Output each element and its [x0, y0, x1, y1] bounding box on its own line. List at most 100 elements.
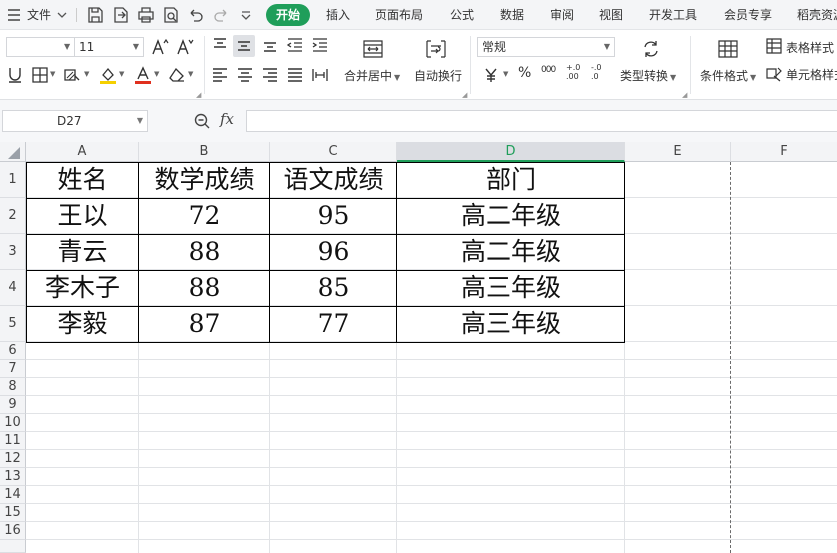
table-cell[interactable]: 高二年级 — [397, 234, 625, 270]
table-cell[interactable]: 高三年级 — [397, 306, 625, 342]
wrap-text-button[interactable]: 自动换行 — [414, 67, 462, 84]
tab-member[interactable]: 会员专享 — [724, 0, 772, 30]
row-header[interactable]: 1 — [0, 162, 26, 198]
number-format-select[interactable]: 常规 ▼ — [477, 37, 615, 57]
font-dialog-launcher-icon[interactable]: ◢ — [196, 91, 201, 99]
row-header[interactable]: 12 — [0, 450, 26, 468]
spreadsheet-grid[interactable]: A B C D E F 1 2 3 4 5 6 7 8 9 10 11 12 1… — [0, 142, 837, 553]
table-cell[interactable]: 李毅 — [26, 306, 139, 342]
table-cell[interactable]: 李木子 — [26, 270, 139, 306]
table-style-button[interactable]: 表格样式 — [786, 39, 834, 56]
name-box[interactable]: D27 ▼ — [2, 110, 148, 132]
row-header[interactable]: 2 — [0, 198, 26, 234]
align-middle-button[interactable] — [233, 35, 255, 57]
table-cell[interactable]: 高三年级 — [397, 270, 625, 306]
fill-pattern-icon[interactable] — [63, 66, 81, 84]
align-bottom-icon[interactable] — [261, 36, 279, 54]
table-cell[interactable]: 77 — [270, 306, 397, 342]
table-cell[interactable]: 88 — [139, 234, 270, 270]
borders-dropdown-icon[interactable]: ▼ — [50, 70, 55, 78]
tab-view[interactable]: 视图 — [599, 0, 623, 30]
merge-center-button[interactable]: 合并居中 ▼ — [344, 67, 400, 84]
number-dialog-launcher-icon[interactable]: ◢ — [682, 91, 687, 99]
column-header-d[interactable]: D — [397, 142, 625, 162]
name-box-dropdown-icon[interactable]: ▼ — [137, 111, 143, 131]
table-cell[interactable]: 95 — [270, 198, 397, 234]
cell-style-icon[interactable] — [766, 66, 782, 82]
alignment-dialog-launcher-icon[interactable]: ◢ — [462, 91, 467, 99]
tab-page-layout[interactable]: 页面布局 — [375, 0, 423, 30]
fx-icon[interactable]: fx — [220, 110, 234, 128]
clear-format-dropdown-icon[interactable]: ▼ — [188, 70, 193, 78]
increase-font-size-icon[interactable] — [151, 38, 169, 56]
type-convert-button[interactable]: 类型转换 ▼ — [620, 67, 676, 84]
customize-toolbar-icon[interactable] — [240, 9, 252, 21]
underline-icon[interactable] — [6, 66, 24, 84]
table-cell[interactable]: 96 — [270, 234, 397, 270]
align-right-icon[interactable] — [261, 66, 279, 84]
tab-home[interactable]: 开始 — [266, 4, 310, 26]
fill-color-icon[interactable] — [99, 66, 117, 84]
row-header[interactable]: 3 — [0, 234, 26, 270]
hamburger-menu-icon[interactable] — [6, 7, 22, 23]
undo-icon[interactable] — [187, 6, 205, 24]
cell-style-button[interactable]: 单元格样式 — [786, 66, 837, 83]
zoom-search-icon[interactable] — [193, 112, 211, 130]
table-cell[interactable]: 85 — [270, 270, 397, 306]
increase-indent-icon[interactable] — [311, 36, 329, 54]
table-header-cell[interactable]: 语文成绩 — [270, 162, 397, 198]
row-header[interactable]: 5 — [0, 306, 26, 342]
font-size-select[interactable]: 11 ▼ — [74, 37, 144, 57]
print-icon[interactable] — [137, 6, 155, 24]
column-header-e[interactable]: E — [625, 142, 731, 162]
table-cell[interactable]: 青云 — [26, 234, 139, 270]
row-header[interactable]: 10 — [0, 414, 26, 432]
row-header[interactable]: 6 — [0, 342, 26, 360]
tab-developer[interactable]: 开发工具 — [649, 0, 697, 30]
align-center-icon[interactable] — [236, 66, 254, 84]
tab-formulas[interactable]: 公式 — [450, 0, 474, 30]
currency-icon[interactable] — [482, 66, 500, 84]
clear-format-icon[interactable] — [168, 66, 186, 84]
tab-data[interactable]: 数据 — [500, 0, 524, 30]
table-cell[interactable]: 王以 — [26, 198, 139, 234]
fill-color-dropdown-icon[interactable]: ▼ — [119, 70, 124, 78]
table-header-cell[interactable]: 部门 — [397, 162, 625, 198]
table-cell[interactable]: 87 — [139, 306, 270, 342]
formula-input[interactable] — [246, 110, 837, 132]
borders-icon[interactable] — [31, 66, 49, 84]
row-header[interactable] — [0, 540, 26, 553]
row-header[interactable]: 4 — [0, 270, 26, 306]
decrease-indent-icon[interactable] — [286, 36, 304, 54]
decrease-decimal-button[interactable]: -.0 .0 — [591, 63, 609, 81]
percent-style-button[interactable]: % — [518, 65, 531, 81]
table-cell[interactable]: 88 — [139, 270, 270, 306]
column-header-f[interactable]: F — [731, 142, 837, 162]
increase-decimal-button[interactable]: +.0 .00 — [566, 63, 584, 81]
table-cell[interactable]: 72 — [139, 198, 270, 234]
wrap-text-icon[interactable] — [425, 39, 447, 59]
font-name-dropdown-icon[interactable]: ▼ — [64, 42, 70, 51]
row-header[interactable]: 13 — [0, 468, 26, 486]
fill-pattern-dropdown-icon[interactable]: ▼ — [84, 70, 89, 78]
chevron-down-icon[interactable] — [57, 10, 67, 20]
row-header[interactable]: 14 — [0, 486, 26, 504]
merge-center-icon[interactable] — [362, 39, 384, 59]
row-header[interactable]: 9 — [0, 396, 26, 414]
table-header-cell[interactable]: 姓名 — [26, 162, 139, 198]
type-convert-icon[interactable] — [641, 39, 661, 59]
tab-insert[interactable]: 插入 — [326, 0, 350, 30]
decrease-font-size-icon[interactable] — [176, 38, 194, 56]
thousands-separator-button[interactable]: 000 — [541, 65, 556, 75]
distributed-align-icon[interactable] — [311, 66, 329, 84]
table-cell[interactable]: 高二年级 — [397, 198, 625, 234]
row-header[interactable]: 16 — [0, 522, 26, 540]
row-header[interactable]: 15 — [0, 504, 26, 522]
row-header[interactable]: 11 — [0, 432, 26, 450]
select-all-corner[interactable] — [0, 142, 26, 162]
column-header-b[interactable]: B — [139, 142, 270, 162]
row-header[interactable]: 8 — [0, 378, 26, 396]
tab-review[interactable]: 审阅 — [550, 0, 574, 30]
row-header[interactable]: 7 — [0, 360, 26, 378]
align-left-icon[interactable] — [211, 66, 229, 84]
